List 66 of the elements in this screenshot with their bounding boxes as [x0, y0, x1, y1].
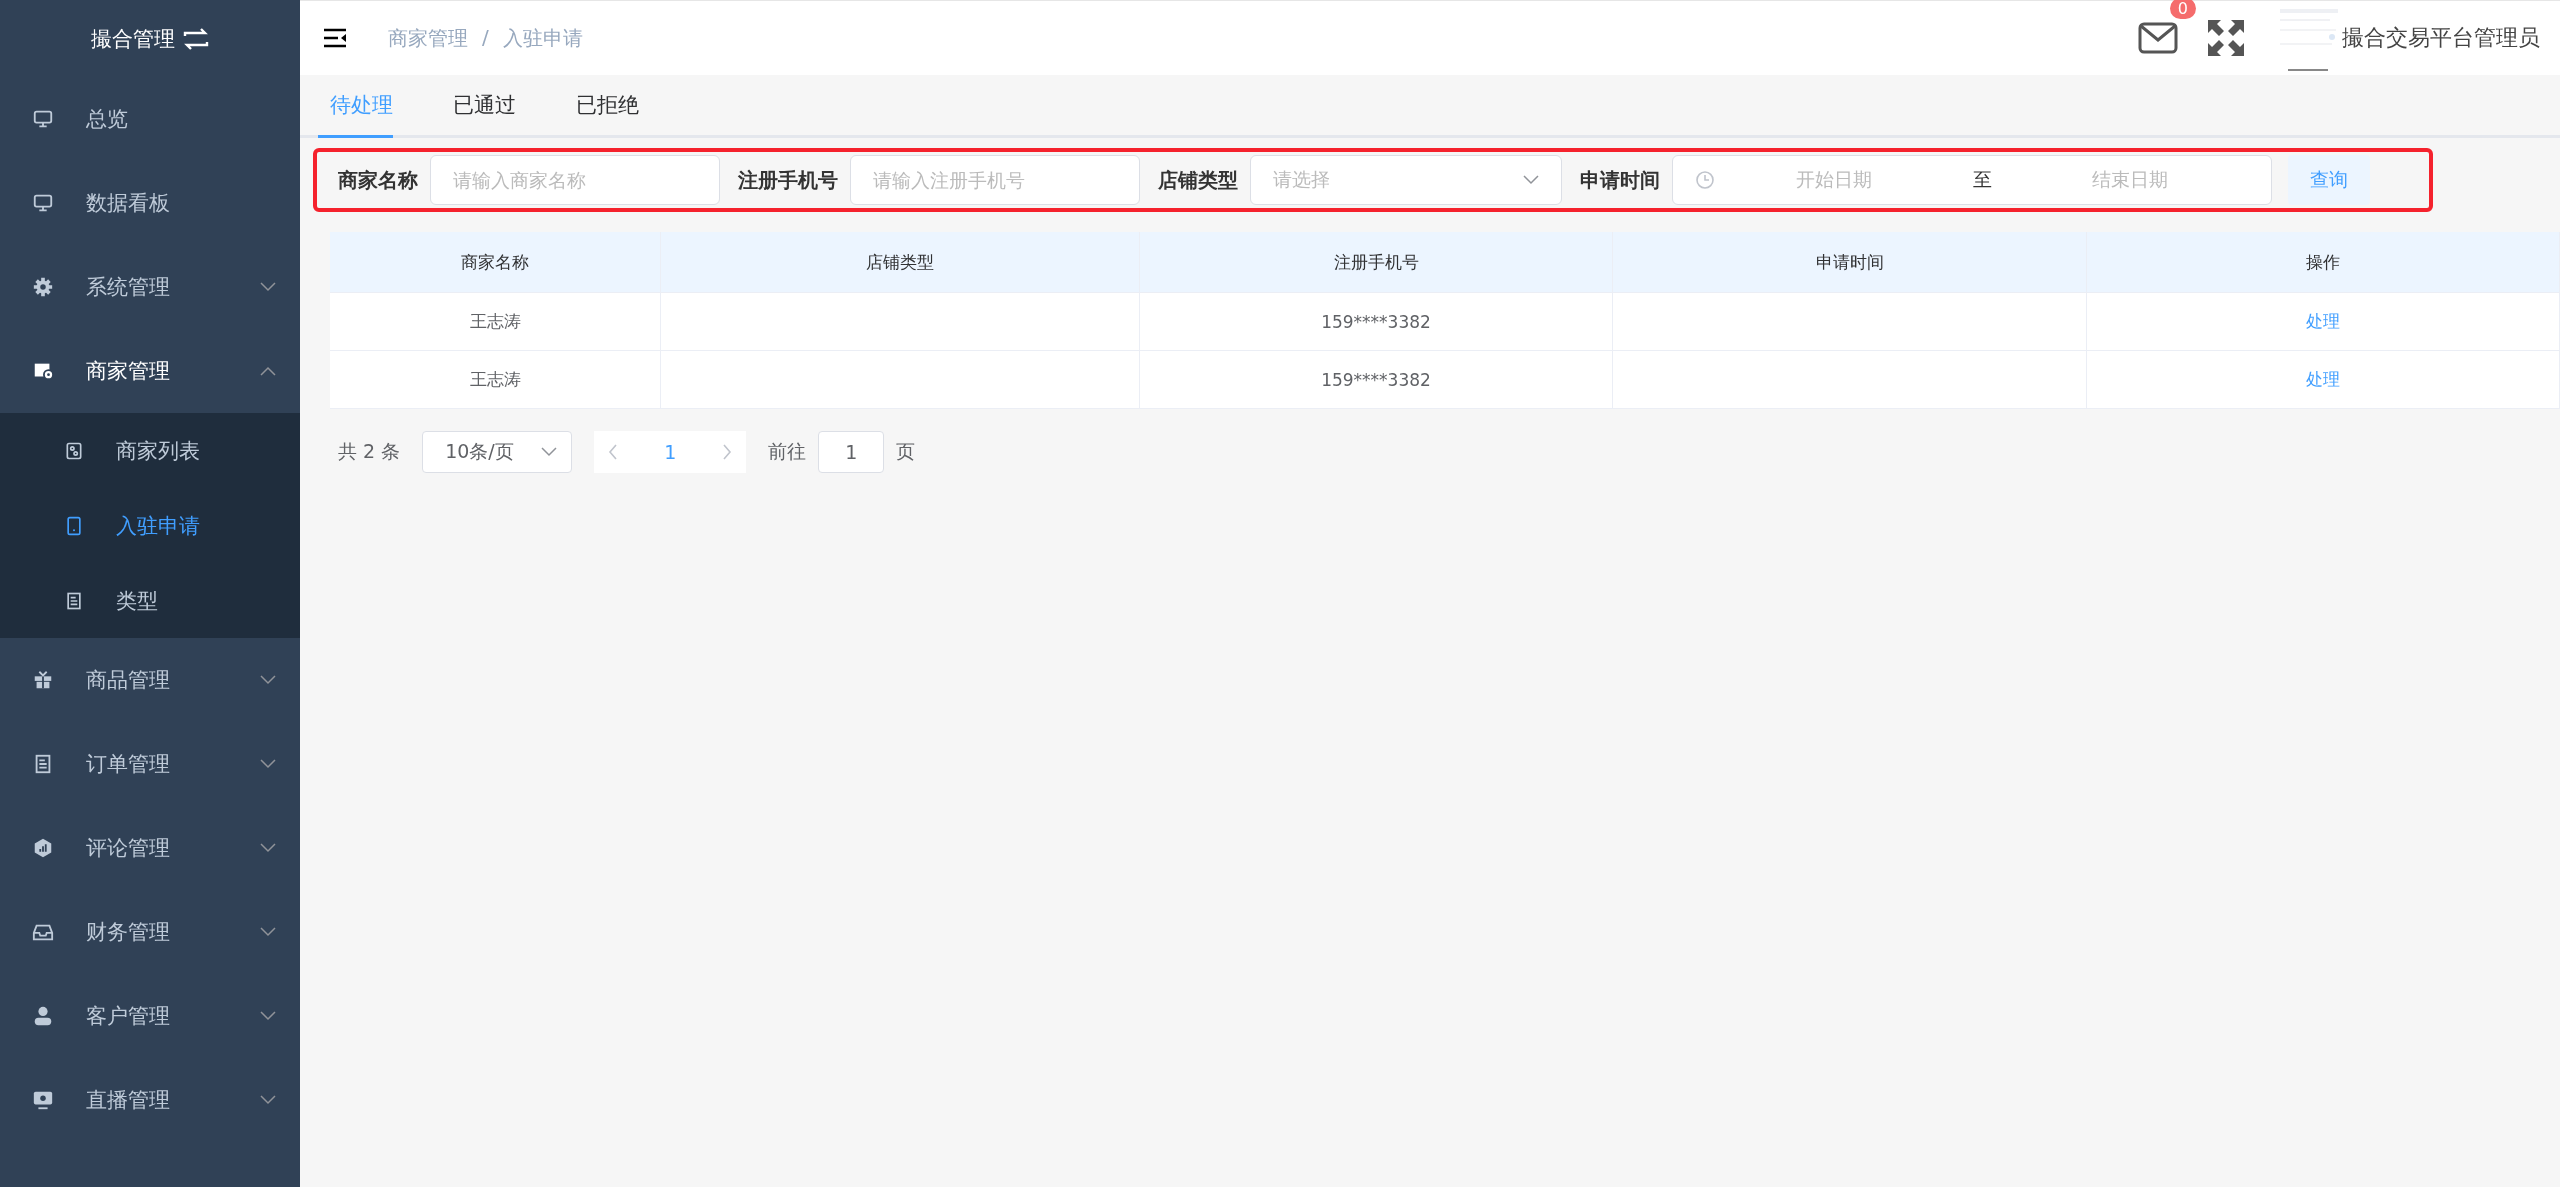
chevron-down-icon: [1523, 175, 1539, 185]
chevron-down-icon: [260, 843, 276, 853]
swap-icon[interactable]: [183, 27, 209, 50]
document-icon: [64, 590, 84, 611]
breadcrumb-item: 入驻申请: [502, 24, 583, 52]
chevron-down-icon: [260, 927, 276, 937]
table-cell: 王志涛: [330, 293, 661, 351]
column-header: 操作: [2087, 232, 2560, 293]
column-header: 申请时间: [1613, 232, 2087, 293]
user-name[interactable]: 撮合交易平台管理员: [2342, 23, 2540, 53]
column-header: 商家名称: [330, 232, 661, 293]
sidebar-item[interactable]: 数据看板: [0, 161, 300, 245]
column-header: 店铺类型: [661, 232, 1140, 293]
total-count: 共 2 条: [338, 439, 401, 464]
chevron-down-icon: [260, 759, 276, 769]
sidebar-item[interactable]: 客户管理: [0, 974, 300, 1058]
page-input[interactable]: 1: [818, 431, 885, 473]
page-unit: 页: [896, 439, 916, 464]
sidebar-subitem[interactable]: 入驻申请: [0, 488, 300, 563]
input-field[interactable]: 请输入注册手机号: [850, 155, 1140, 205]
field-label: 店铺类型: [1158, 166, 1238, 194]
notification-badge: 0: [2169, 0, 2196, 19]
sidebar-subitem[interactable]: 商家列表: [0, 413, 300, 488]
column-header: 注册手机号: [1140, 232, 1613, 293]
chevron-down-icon: [260, 1095, 276, 1105]
field-label: 商家名称: [338, 166, 418, 194]
table-cell: 159****3382: [1140, 293, 1613, 351]
menu-icon[interactable]: [324, 28, 348, 48]
sidebar-item[interactable]: 总览: [0, 77, 300, 161]
goto-label: 前往: [768, 439, 807, 464]
person-icon: [32, 1005, 54, 1027]
chevron-down-icon: [260, 675, 276, 685]
sidebar-item[interactable]: 商品管理: [0, 638, 300, 722]
table-cell: 159****3382: [1140, 351, 1613, 409]
gear-icon: [32, 276, 54, 298]
tab[interactable]: 已通过: [453, 75, 546, 138]
sidebar-item[interactable]: 财务管理: [0, 890, 300, 974]
breadcrumb-separator: /: [482, 24, 489, 51]
page-size-select[interactable]: 10条/页: [422, 431, 573, 473]
clock-icon: [1695, 170, 1715, 190]
table-cell: 王志涛: [330, 351, 661, 409]
chevron-down-icon: [260, 1011, 276, 1021]
date-range-field[interactable]: 开始日期 至 结束日期: [1672, 155, 2272, 205]
screen-icon: [32, 1089, 54, 1111]
monitor-icon: [32, 108, 54, 130]
sidebar-title: 撮合管理: [91, 25, 175, 53]
gift-icon: [32, 669, 54, 691]
sliders-icon: [64, 440, 84, 461]
monitor-icon: [32, 192, 54, 214]
input-field[interactable]: 请输入商家名称: [430, 155, 720, 205]
sidebar-item[interactable]: 订单管理: [0, 722, 300, 806]
sidebar-item[interactable]: 直播管理: [0, 1058, 300, 1142]
sidebar-item[interactable]: 评论管理: [0, 806, 300, 890]
field-label: 申请时间: [1580, 166, 1660, 194]
fullscreen-icon[interactable]: [2206, 18, 2246, 58]
field-label: 注册手机号: [738, 166, 838, 194]
chevron-up-icon: [260, 366, 276, 376]
chart-icon: [32, 837, 54, 859]
tablet-icon: [64, 515, 84, 536]
mail-icon[interactable]: [2138, 22, 2178, 54]
sidebar-item[interactable]: 系统管理: [0, 245, 300, 329]
sidebar-subitem[interactable]: 类型: [0, 563, 300, 638]
tab[interactable]: 已拒绝: [576, 75, 669, 138]
chevron-down-icon: [260, 282, 276, 292]
sidebar-item[interactable]: 商家管理: [0, 329, 300, 413]
chevron-down-icon: [541, 447, 558, 457]
